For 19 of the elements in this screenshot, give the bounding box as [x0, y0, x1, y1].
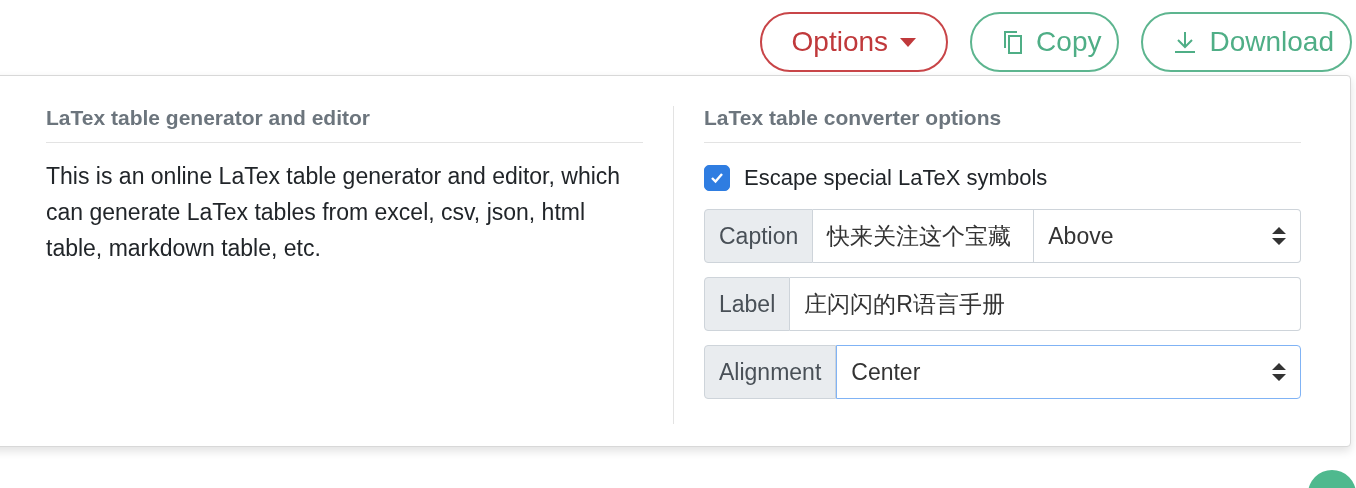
section-title: LaTex table converter options	[704, 106, 1301, 143]
checkbox[interactable]	[704, 165, 730, 191]
label-field[interactable]: 庄闪闪的R语言手册	[790, 277, 1301, 331]
caret-icon	[900, 37, 917, 47]
checkbox-label: Escape special LaTeX symbols	[744, 165, 1048, 191]
copy-icon	[1002, 29, 1025, 55]
download-icon	[1173, 30, 1198, 54]
alignment-select[interactable]: Center	[836, 345, 1301, 399]
description-text: This is an online LaTex table generator and editor, which can generate LaTex tables from excel, csv, json, html table, markdown table, etc.	[46, 162, 622, 263]
caption-field[interactable]: 快来关注这个宝藏	[813, 209, 1035, 263]
caption-label: Caption	[704, 209, 814, 263]
section-title: LaTex table generator and editor	[46, 106, 643, 143]
up-down-icon	[1272, 226, 1286, 246]
check-icon	[710, 172, 724, 184]
caption-position-select[interactable]: Above	[1034, 209, 1301, 263]
options-button[interactable]: Options	[759, 12, 949, 72]
alignment-label: Alignment	[704, 345, 837, 399]
up-down-icon	[1272, 362, 1286, 382]
label-label: Label	[704, 277, 791, 331]
